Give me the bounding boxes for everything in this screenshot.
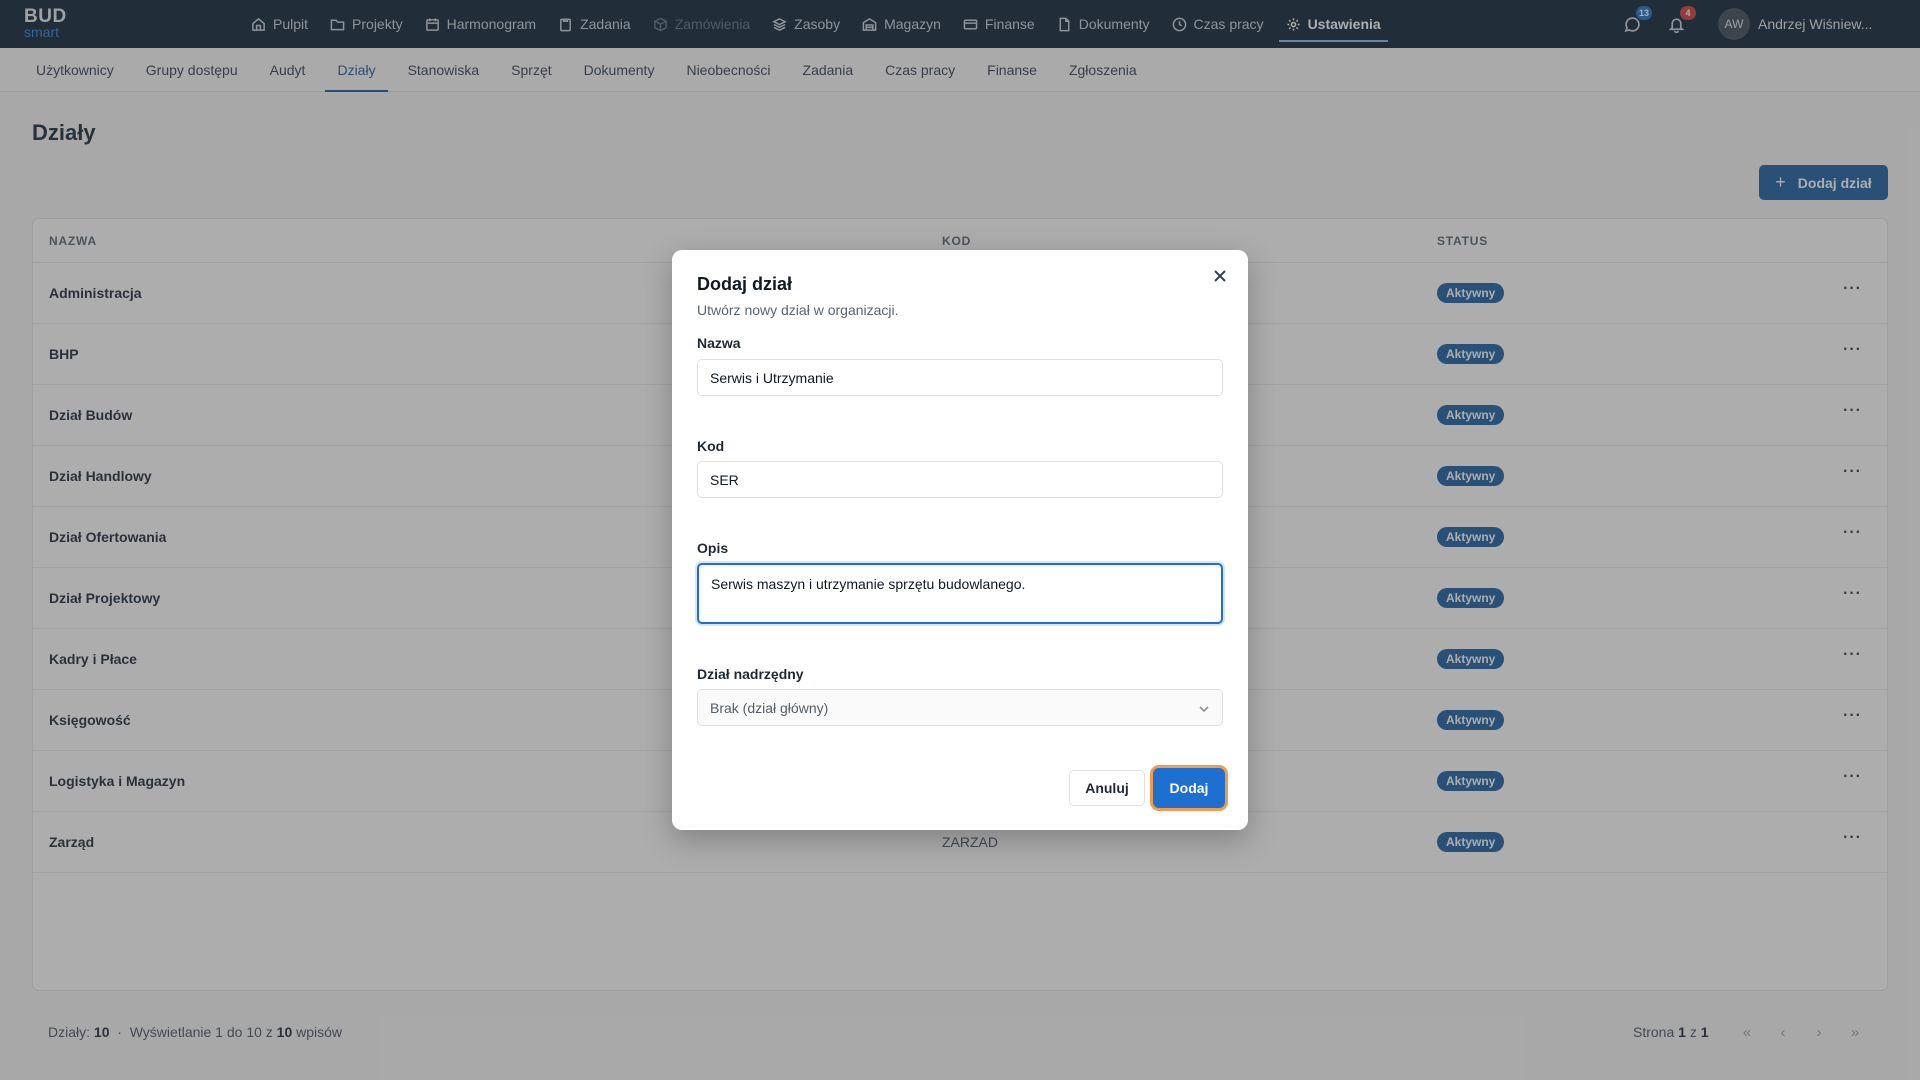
add-department-dialog: Dodaj dział Utwórz nowy dział w organiza… — [672, 250, 1248, 830]
close-button[interactable] — [1210, 266, 1230, 286]
dialog-title: Dodaj dział — [697, 274, 793, 294]
parent-department-select[interactable]: Brak (dział główny) — [697, 689, 1223, 726]
dialog-subtitle: Utwórz nowy dział w organizacji. — [697, 302, 899, 318]
submit-button[interactable]: Dodaj — [1153, 768, 1225, 808]
name-label: Nazwa — [697, 335, 741, 351]
description-field[interactable]: Serwis maszyn i utrzymanie sprzętu budow… — [697, 563, 1223, 624]
description-label: Opis — [697, 540, 729, 556]
code-field[interactable] — [697, 461, 1223, 498]
chevron-down-icon — [1198, 702, 1210, 714]
cancel-button[interactable]: Anuluj — [1069, 770, 1145, 806]
code-label: Kod — [697, 438, 725, 454]
parent-department-label: Dział nadrzędny — [697, 666, 804, 682]
name-field[interactable] — [697, 359, 1223, 396]
parent-department-value: Brak (dział główny) — [710, 699, 829, 716]
close-icon — [1214, 270, 1226, 282]
